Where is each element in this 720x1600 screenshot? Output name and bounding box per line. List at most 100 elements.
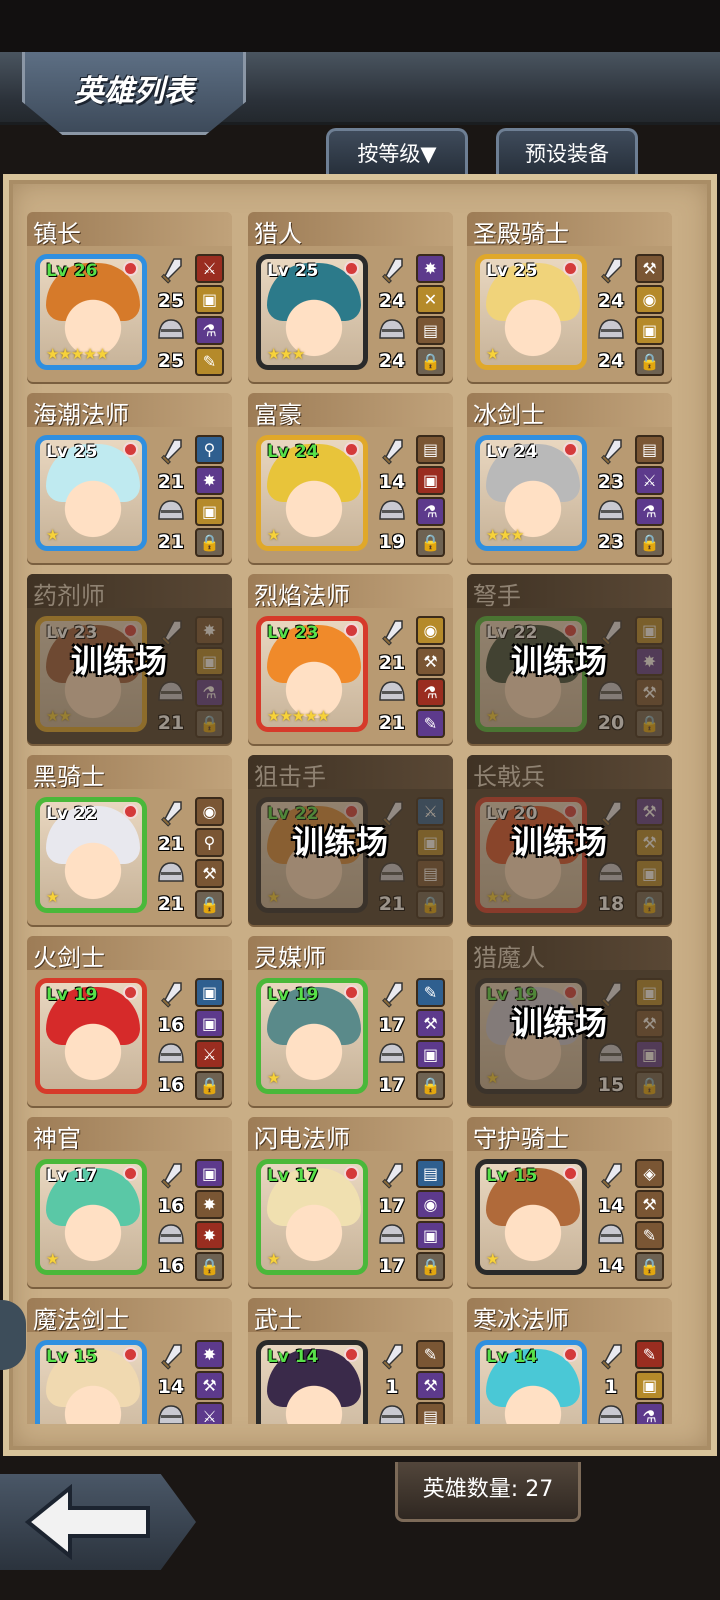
equipment-slot-icon[interactable]: ✸ (195, 1190, 224, 1219)
hero-card[interactable]: 长戟兵 Lv 20 ★★ 18 ⚒ ⚒ ▣ 🔒 训练场 (467, 755, 672, 925)
equipment-slot-icon[interactable]: ✎ (416, 1340, 445, 1369)
equipment-slot-icon[interactable]: ◉ (635, 285, 664, 314)
equipment-slot-icon[interactable]: ⚔ (416, 797, 445, 826)
equipment-slot-icon[interactable]: ⚒ (416, 1371, 445, 1400)
equipment-slot-icon[interactable]: ▣ (195, 1159, 224, 1188)
equipment-slot-icon[interactable]: ✸ (195, 616, 224, 645)
hero-card[interactable]: 狙击手 Lv 22 ★ 21 ⚔ ▣ ▤ 🔒 训练场 (248, 755, 453, 925)
equipment-slot-icon[interactable]: ⚒ (635, 828, 664, 857)
equipment-slot-icon[interactable]: ✎ (416, 709, 445, 738)
equipment-slot-icon[interactable]: ◉ (416, 1190, 445, 1219)
equipment-slot-icon[interactable]: ▣ (635, 859, 664, 888)
equipment-slot-icon[interactable]: ✸ (416, 254, 445, 283)
hero-stats: 1 (591, 1342, 631, 1424)
equipment-slot-icon[interactable]: ▣ (416, 1040, 445, 1069)
equipment-slot-icon[interactable]: ⚒ (635, 678, 664, 707)
equipment-slot-icon[interactable]: ⚲ (195, 435, 224, 464)
hero-card[interactable]: 猎人 Lv 25 ★★★ 24 24 ✸ ✕ ▤ 🔒 (248, 212, 453, 382)
equipment-slot-icon[interactable]: ⚒ (635, 1009, 664, 1038)
hero-card[interactable]: 猎魔人 Lv 19 ★ 15 ▣ ⚒ ▣ 🔒 训练场 (467, 936, 672, 1106)
equipment-slot-icon[interactable]: ▤ (416, 316, 445, 345)
hero-card[interactable]: 海潮法师 Lv 25 ★ 21 21 ⚲ ✸ ▣ 🔒 (27, 393, 232, 563)
equipment-slot-icon[interactable]: ✎ (195, 347, 224, 376)
defense-icon (597, 1223, 625, 1245)
hero-card[interactable]: 镇长 Lv 26 ★★★★★ 25 25 ⚔ ▣ ⚗ ✎ (27, 212, 232, 382)
equipment-slot-icon[interactable]: ▤ (416, 1402, 445, 1424)
equipment-slot-icon[interactable]: ▣ (416, 1221, 445, 1250)
hero-card[interactable]: 守护骑士 Lv 15 ★ 14 14 ◈ ⚒ ✎ 🔒 (467, 1117, 672, 1287)
hero-card[interactable]: 魔法剑士Lv 1514✸⚒⚔🔒 (27, 1298, 232, 1424)
equipment-slot-icon[interactable]: ▤ (635, 435, 664, 464)
equipment-slot-icon[interactable]: ⚗ (416, 497, 445, 526)
equipment-slot-icon[interactable]: ▤ (416, 859, 445, 888)
hero-card[interactable]: 黑骑士 Lv 22 ★ 21 21 ◉ ⚲ ⚒ 🔒 (27, 755, 232, 925)
equipment-slot-icon[interactable]: ✸ (195, 466, 224, 495)
equipment-slot-icon[interactable]: ⚒ (635, 1190, 664, 1219)
equipment-slot-icon[interactable]: ▣ (195, 1009, 224, 1038)
hero-card[interactable]: 烈焰法师 Lv 23 ★★★★★ 21 21 ◉ ⚒ ⚗ ✎ (248, 574, 453, 744)
equipment-slot-icon[interactable]: ⚗ (195, 316, 224, 345)
back-button[interactable] (0, 1474, 196, 1570)
equipment-slot-icon[interactable]: ⚒ (635, 797, 664, 826)
hero-card[interactable]: 药剂师 Lv 23 ★★ 21 ✸ ▣ ⚗ 🔒 训练场 (27, 574, 232, 744)
sort-by-level-button[interactable]: 按等级▼ (326, 128, 468, 174)
equipment-slot-icon[interactable]: ▣ (635, 1371, 664, 1400)
equipment-slot-icon[interactable]: ⚒ (416, 1009, 445, 1038)
equipment-slot-icon[interactable]: ⚒ (195, 859, 224, 888)
equipment-slot-icon[interactable]: ▣ (195, 285, 224, 314)
status-bar (0, 0, 720, 52)
equipment-slot-icon[interactable]: ✎ (635, 1221, 664, 1250)
equipment-slot-icon[interactable]: ⚒ (635, 254, 664, 283)
equipment-slot-icon[interactable]: ◉ (416, 616, 445, 645)
equipment-slot-icon[interactable]: ▣ (416, 466, 445, 495)
hero-card[interactable]: 灵媒师 Lv 19 ★ 17 17 ✎ ⚒ ▣ 🔒 (248, 936, 453, 1106)
hero-stats: 21 21 (151, 437, 191, 555)
hero-card[interactable]: 神官 Lv 17 ★ 16 16 ▣ ✸ ✸ 🔒 (27, 1117, 232, 1287)
equipment-slot-icon[interactable]: ▣ (635, 978, 664, 1007)
hero-name: 灵媒师 (254, 944, 326, 972)
hero-portrait: Lv 19 (35, 978, 147, 1094)
equipment-slot-icon[interactable]: ▣ (635, 616, 664, 645)
equipment-slot-icon[interactable]: ⚔ (195, 1040, 224, 1069)
hero-card[interactable]: 圣殿骑士 Lv 25 ★ 24 24 ⚒ ◉ ▣ 🔒 (467, 212, 672, 382)
equipment-slot-icon[interactable]: ✕ (416, 285, 445, 314)
equipment-slot-icon[interactable]: ◉ (195, 797, 224, 826)
preset-equipment-button[interactable]: 预设装备 (496, 128, 638, 174)
hero-grid[interactable]: 镇长 Lv 26 ★★★★★ 25 25 ⚔ ▣ ⚗ ✎ 猎人 Lv 25 ★★★ 24 24 ✸ ✕ ▤ 🔒 圣殿… (27, 212, 687, 1424)
equipment-slot-icon[interactable]: ▣ (195, 497, 224, 526)
hero-card[interactable]: 闪电法师 Lv 17 ★ 17 17 ▤ ◉ ▣ 🔒 (248, 1117, 453, 1287)
hero-card[interactable]: 火剑士 Lv 19 16 16 ▣ ▣ ⚔ 🔒 (27, 936, 232, 1106)
hero-stats: 17 17 (372, 980, 412, 1098)
equipment-slot-icon[interactable]: ✸ (195, 1221, 224, 1250)
hero-card[interactable]: 寒冰法师Lv 141✎▣⚗🔒 (467, 1298, 672, 1424)
hero-card[interactable]: 武士Lv 141✎⚒▤🔒 (248, 1298, 453, 1424)
equipment-slot-icon[interactable]: ▤ (416, 435, 445, 464)
equipment-slot-icon[interactable]: ⚗ (635, 1402, 664, 1424)
equipment-slot-icon[interactable]: ⚔ (195, 1402, 224, 1424)
equipment-slot-icon[interactable]: ▣ (195, 647, 224, 676)
equipment-slot-icon[interactable]: ✸ (195, 1340, 224, 1369)
equipment-slot-icon[interactable]: ▣ (195, 978, 224, 1007)
equipment-slot-icon[interactable]: ⚗ (195, 678, 224, 707)
equipment-slot-icon[interactable]: ✎ (416, 978, 445, 1007)
hero-card[interactable]: 冰剑士 Lv 24 ★★★ 23 23 ▤ ⚔ ⚗ 🔒 (467, 393, 672, 563)
equipment-slot-icon[interactable]: ⚒ (195, 1371, 224, 1400)
equipment-slot-icon[interactable]: ▣ (416, 828, 445, 857)
equipment-slot-icon[interactable]: ⚔ (635, 466, 664, 495)
equipment-slot-icon[interactable]: ⚔ (195, 254, 224, 283)
equipment-slot-icon[interactable]: ⚗ (416, 678, 445, 707)
equipment-slot-icon[interactable]: ⚒ (416, 647, 445, 676)
equipment-slot-icon[interactable]: ✸ (635, 647, 664, 676)
hero-card[interactable]: 弩手 Lv 22 ★ 20 ▣ ✸ ⚒ 🔒 训练场 (467, 574, 672, 744)
attack-icon (160, 439, 182, 469)
equipment-slot-icon[interactable]: ⚲ (195, 828, 224, 857)
equipment-slot-icon[interactable]: ▣ (635, 1040, 664, 1069)
defense-value: 25 (157, 350, 185, 372)
equipment-slot-icon[interactable]: ◈ (635, 1159, 664, 1188)
equipment-slot-icon[interactable]: ✎ (635, 1340, 664, 1369)
equipment-slot-icon[interactable]: ▣ (635, 316, 664, 345)
hero-card[interactable]: 富豪 Lv 24 ★ 14 19 ▤ ▣ ⚗ 🔒 (248, 393, 453, 563)
attack-icon (160, 1344, 182, 1374)
equipment-slot-icon[interactable]: ⚗ (635, 497, 664, 526)
equipment-slot-icon[interactable]: ▤ (416, 1159, 445, 1188)
